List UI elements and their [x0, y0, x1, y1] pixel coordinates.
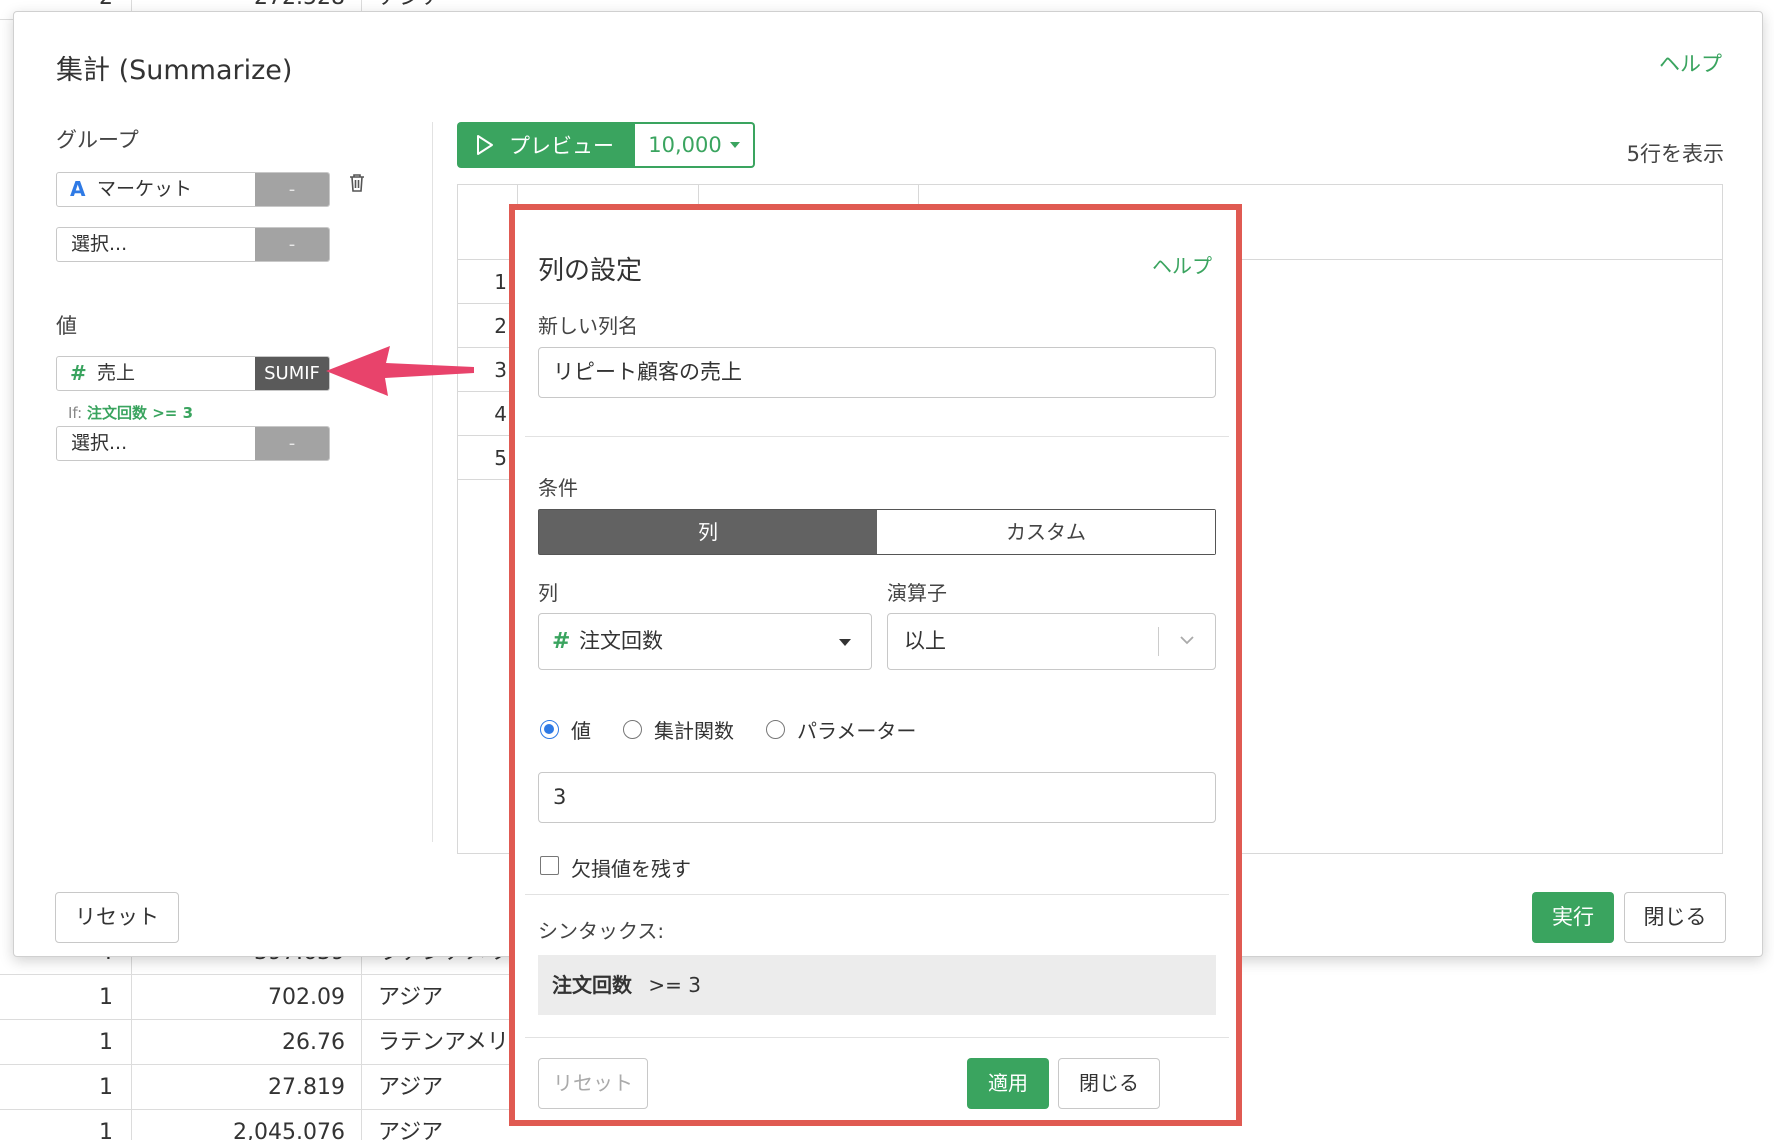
table-row: 1 26.76 ラテンアメリカ [0, 1020, 560, 1065]
keep-na-label: 欠損値を残す [571, 857, 691, 881]
value-select-sales[interactable]: # 売上 SUMIF [56, 356, 330, 391]
tab-custom[interactable]: カスタム [877, 510, 1215, 554]
group-select-empty[interactable]: 選択... - [56, 227, 330, 262]
condition-label: 条件 [538, 476, 578, 500]
divider [432, 122, 433, 842]
play-icon [477, 135, 493, 155]
run-button[interactable]: 実行 [1532, 892, 1614, 943]
rows-shown-text: 5行を表示 [1626, 142, 1724, 166]
preview-count-dropdown[interactable]: 10,000 [635, 122, 755, 168]
group-select-market[interactable]: A マーケット - [56, 172, 330, 207]
value-select-label: 売上 [97, 362, 136, 384]
value-select-empty[interactable]: 選択... - [56, 426, 330, 461]
close-button[interactable]: 閉じる [1624, 892, 1726, 943]
dialog-title: 列の設定 [538, 256, 643, 286]
group-function-button[interactable]: - [255, 228, 329, 261]
operator-select[interactable]: 以上 [887, 613, 1216, 670]
value-select-placeholder: 選択... [71, 432, 128, 454]
help-link[interactable]: ヘルプ [1659, 48, 1722, 78]
chevron-down-icon [1180, 636, 1194, 645]
keep-na-checkbox[interactable] [540, 856, 559, 875]
group-function-button[interactable]: - [255, 173, 329, 206]
table-row: 1 2,045.076 アジア [0, 1110, 560, 1140]
annotation-arrow [326, 346, 474, 396]
column-label: 列 [538, 581, 558, 605]
help-link[interactable]: ヘルプ [1152, 250, 1212, 279]
group-select-label: マーケット [97, 178, 193, 200]
tab-column[interactable]: 列 [539, 510, 877, 554]
radio-aggregate-function[interactable] [623, 720, 642, 739]
radio-parameter[interactable] [766, 720, 785, 739]
group-label: グループ [56, 128, 139, 152]
reset-button[interactable]: リセット [538, 1058, 648, 1109]
column-select[interactable]: # 注文回数 [538, 613, 872, 670]
caret-down-icon [729, 142, 740, 148]
syntax-label: シンタックス: [538, 919, 665, 943]
close-button[interactable]: 閉じる [1058, 1058, 1160, 1109]
table-row: 1 27.819 アジア [0, 1065, 560, 1110]
condition-type-toggle: 列 カスタム [538, 509, 1216, 555]
divider [525, 1037, 1229, 1038]
dialog-title: 集計 (Summarize) [56, 55, 293, 86]
value-label: 値 [56, 314, 77, 338]
caret-down-icon [839, 639, 851, 646]
syntax-preview: 注文回数 >= 3 [538, 955, 1216, 1015]
aggregate-function-button[interactable]: SUMIF [255, 357, 329, 390]
aggregate-function-button[interactable]: - [255, 427, 329, 460]
if-condition-note: If: 注文回数 >= 3 [68, 404, 194, 422]
preview-button[interactable]: プレビュー [457, 122, 635, 168]
divider [525, 894, 1229, 895]
new-column-name-input[interactable]: リピート顧客の売上 [538, 347, 1216, 398]
reset-button[interactable]: リセット [55, 892, 179, 943]
value-type-radios: 値 集計関数 パラメーター [540, 715, 948, 744]
group-select-placeholder: 選択... [71, 233, 128, 255]
new-column-name-label: 新しい列名 [538, 314, 638, 338]
condition-value-input[interactable]: 3 [538, 772, 1216, 823]
column-settings-dialog: 列の設定 ヘルプ 新しい列名 リピート顧客の売上 条件 列 カスタム 列 演算子… [509, 204, 1242, 1126]
apply-button[interactable]: 適用 [967, 1058, 1049, 1109]
number-type-icon: # [552, 629, 571, 654]
radio-value[interactable] [540, 720, 559, 739]
text-type-icon: A [70, 177, 86, 201]
preview-controls: プレビュー 10,000 [457, 122, 755, 168]
divider [525, 436, 1229, 437]
table-row: 1 702.09 アジア [0, 975, 560, 1020]
trash-icon[interactable] [347, 172, 367, 194]
number-type-icon: # [70, 361, 87, 385]
operator-label: 演算子 [887, 581, 947, 605]
